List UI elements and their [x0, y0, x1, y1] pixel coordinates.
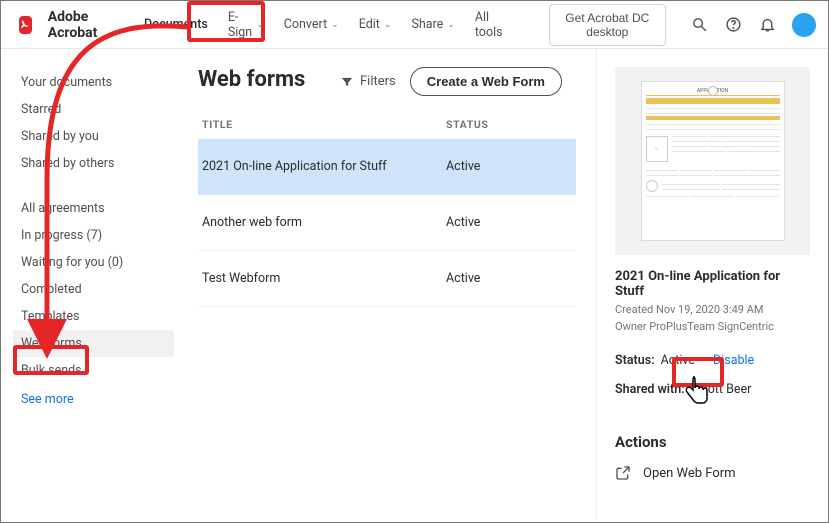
content-controls: Filters Create a Web Form	[340, 67, 562, 96]
detail-status-row: Status: Active Disable	[615, 353, 810, 368]
actions-section: Actions Open Web Form	[615, 433, 810, 481]
sidebar-all-agreements[interactable]: All agreements	[21, 195, 166, 222]
main: Your documents Starred Shared by you Sha…	[1, 49, 828, 522]
bell-icon[interactable]	[758, 16, 776, 34]
row-status: Active	[446, 159, 566, 174]
sidebar-waiting-for-you[interactable]: Waiting for you (0)	[21, 249, 166, 276]
detail-title: 2021 On-line Application for Stuff	[615, 269, 810, 299]
chevron-down-icon: ⌄	[384, 20, 392, 30]
disable-link[interactable]: Disable	[713, 353, 754, 368]
action-open-web-form[interactable]: Open Web Form	[615, 465, 810, 481]
table-row[interactable]: Test Webform Active	[198, 251, 576, 307]
status-label: Status:	[615, 353, 655, 368]
get-desktop-button[interactable]: Get Acrobat DC desktop	[549, 4, 666, 46]
sidebar-your-documents[interactable]: Your documents	[21, 69, 166, 96]
sidebar-templates[interactable]: Templates	[21, 303, 166, 330]
chevron-down-icon: ⌄	[447, 20, 455, 30]
nav-esign[interactable]: E-Sign⌄	[218, 4, 274, 46]
sidebar-shared-by-others[interactable]: Shared by others	[21, 150, 166, 177]
filter-icon	[340, 75, 354, 89]
sidebar-web-forms[interactable]: Web forms	[13, 330, 174, 357]
filters-button[interactable]: Filters	[340, 74, 396, 89]
document-thumbnail[interactable]: APPLICATION ☺	[641, 81, 785, 241]
shared-value: Scott Beer	[694, 382, 752, 397]
app-window: Adobe Acrobat Documents E-Sign⌄ Convert⌄…	[0, 0, 829, 523]
status-value: Active	[661, 353, 695, 368]
nav-share[interactable]: Share⌄	[401, 4, 464, 46]
open-icon	[615, 465, 631, 481]
row-title: Test Webform	[202, 271, 446, 286]
filters-label: Filters	[360, 74, 396, 89]
chevron-down-icon: ⌄	[331, 20, 339, 30]
sidebar-in-progress[interactable]: In progress (7)	[21, 222, 166, 249]
table-row[interactable]: Another web form Active	[198, 195, 576, 251]
sidebar-bulk-sends[interactable]: Bulk sends	[21, 357, 166, 384]
search-icon[interactable]	[690, 16, 708, 34]
row-status: Active	[446, 271, 566, 286]
column-title: TITLE	[202, 118, 446, 131]
row-title: 2021 On-line Application for Stuff	[202, 159, 446, 174]
detail-shared-row: Shared with: Scott Beer	[615, 382, 810, 397]
nav-alltools[interactable]: All tools	[465, 4, 513, 46]
action-label: Open Web Form	[643, 466, 736, 481]
nav-convert[interactable]: Convert⌄	[274, 4, 349, 46]
top-nav: Documents E-Sign⌄ Convert⌄ Edit⌄ Share⌄ …	[134, 4, 513, 46]
table-header: TITLE STATUS	[198, 110, 576, 139]
create-web-form-button[interactable]: Create a Web Form	[410, 67, 562, 96]
help-icon[interactable]	[724, 16, 742, 34]
header: Adobe Acrobat Documents E-Sign⌄ Convert⌄…	[1, 1, 828, 49]
row-status: Active	[446, 215, 566, 230]
column-status: STATUS	[446, 118, 566, 131]
table-row[interactable]: 2021 On-line Application for Stuff Activ…	[198, 139, 576, 195]
nav-edit[interactable]: Edit⌄	[349, 4, 402, 46]
nav-documents[interactable]: Documents	[134, 4, 218, 46]
sidebar: Your documents Starred Shared by you Sha…	[1, 49, 176, 522]
acrobat-logo-icon	[19, 16, 32, 34]
detail-created: Created Nov 19, 2020 3:49 AM	[615, 303, 810, 316]
sidebar-starred[interactable]: Starred	[21, 96, 166, 123]
actions-heading: Actions	[615, 433, 810, 451]
sidebar-shared-by-you[interactable]: Shared by you	[21, 123, 166, 150]
sidebar-see-more[interactable]: See more	[21, 384, 166, 407]
avatar[interactable]	[792, 13, 816, 37]
shared-label: Shared with:	[615, 382, 685, 397]
header-icons	[690, 13, 816, 37]
webforms-table: TITLE STATUS 2021 On-line Application fo…	[198, 110, 576, 307]
sidebar-completed[interactable]: Completed	[21, 276, 166, 303]
row-title: Another web form	[202, 215, 446, 230]
chevron-down-icon: ⌄	[256, 20, 264, 30]
details-panel: APPLICATION ☺	[596, 49, 828, 522]
document-thumbnail-wrap: APPLICATION ☺	[615, 67, 810, 255]
content: Web forms Filters Create a Web Form TITL…	[176, 49, 596, 522]
brand-label: Adobe Acrobat	[48, 9, 114, 41]
detail-owner: Owner ProPlusTeam SignCentric	[615, 320, 810, 333]
